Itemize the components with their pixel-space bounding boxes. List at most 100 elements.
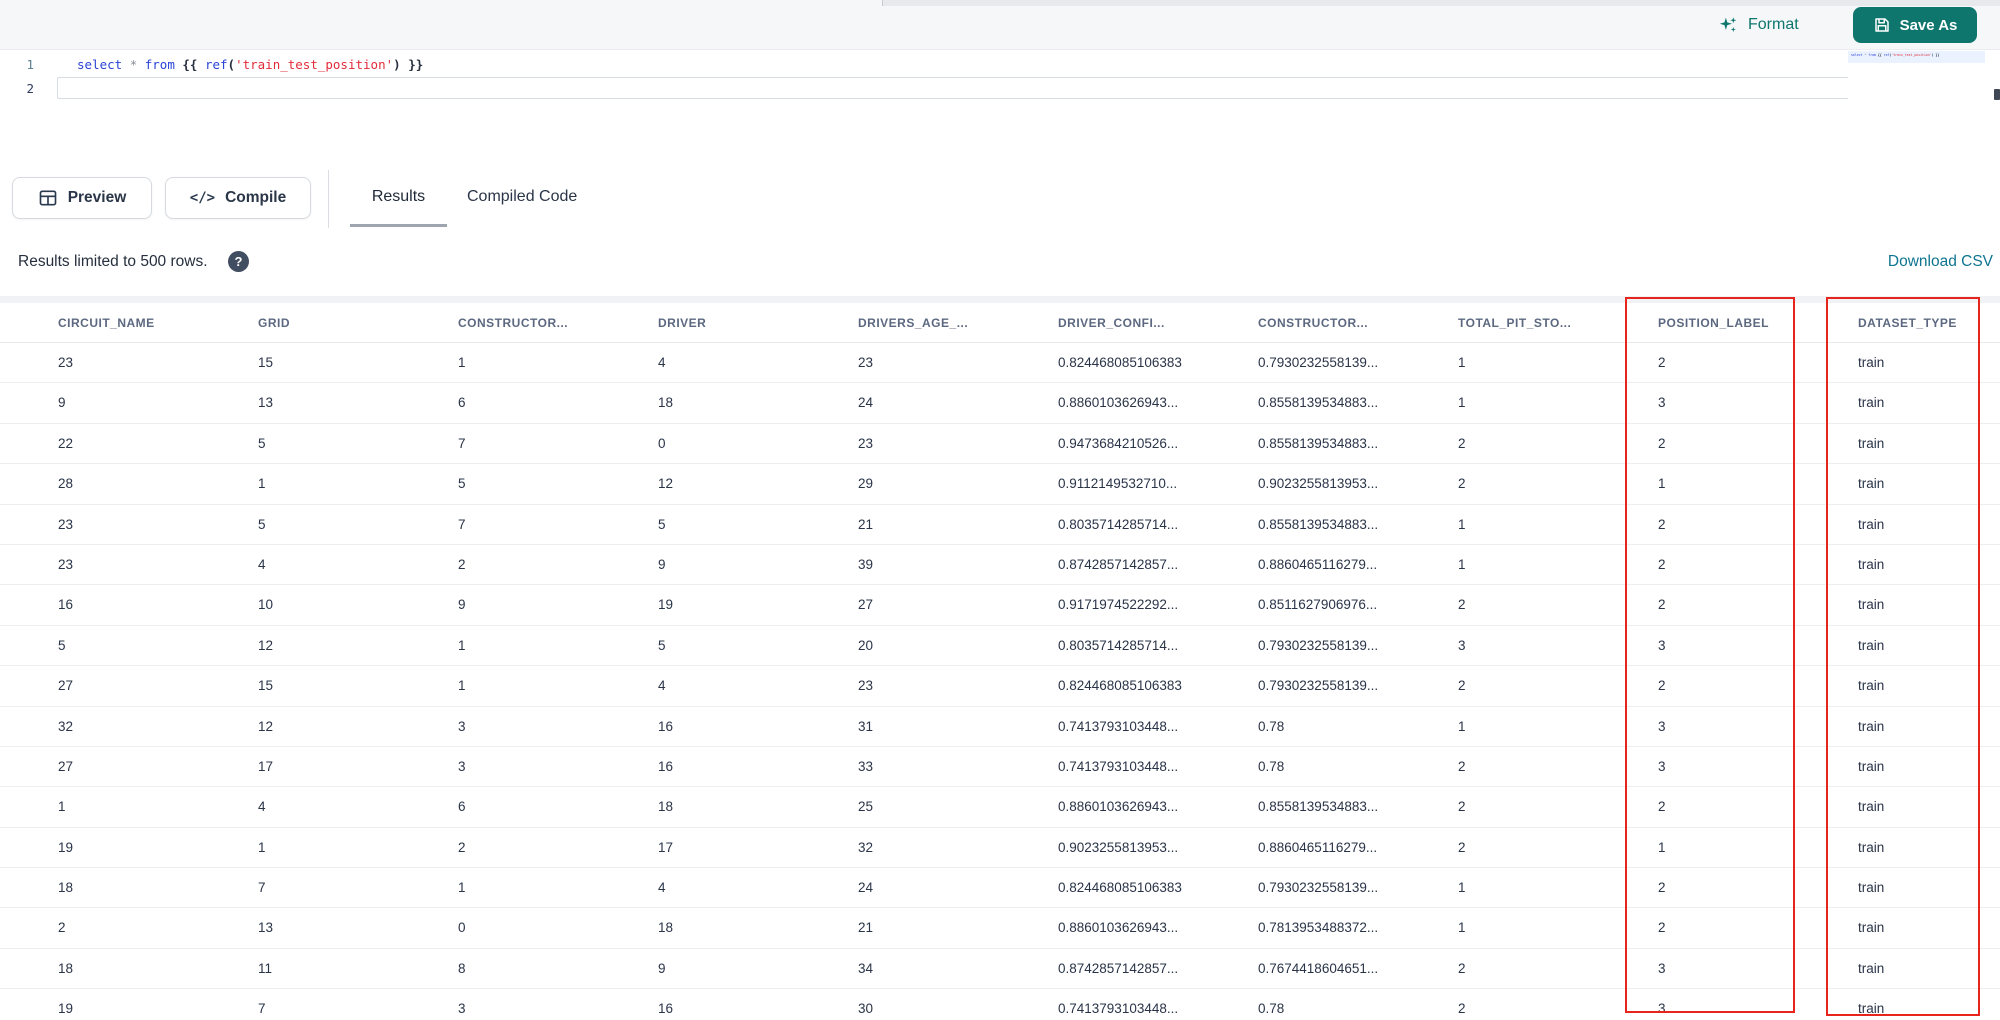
table-cell: 1 bbox=[1458, 556, 1466, 572]
column-header: CONSTRUCTOR... bbox=[458, 316, 569, 330]
table-cell: train bbox=[1858, 880, 1885, 896]
download-csv-link[interactable]: Download CSV bbox=[1888, 253, 1993, 271]
table-cell: 15 bbox=[258, 678, 274, 694]
table-cell: 0 bbox=[658, 435, 666, 451]
preview-button-label: Preview bbox=[67, 189, 127, 206]
table-cell: 17 bbox=[658, 839, 674, 855]
table-row: 19 1 2 17 32 0.9023255813953... 0.886046511627… bbox=[0, 827, 2000, 869]
table-cell: 21 bbox=[858, 516, 874, 532]
table-cell: 2 bbox=[1658, 799, 1666, 815]
table-cell: 1 bbox=[1458, 355, 1466, 370]
code-line-1[interactable]: select * from {{ ref('train_test_positio… bbox=[77, 56, 423, 73]
table-cell: 12 bbox=[658, 476, 674, 492]
table-cell: 12 bbox=[258, 718, 274, 734]
code-token: 'train_test_position' bbox=[235, 57, 394, 72]
top-toolbar: Format Save As bbox=[0, 0, 2000, 50]
table-cell: 1 bbox=[458, 678, 466, 694]
table-cell: 27 bbox=[58, 678, 74, 694]
table-cell: 10 bbox=[258, 597, 274, 613]
table-cell: 4 bbox=[658, 678, 666, 694]
table-cell: 19 bbox=[58, 839, 74, 855]
table-cell: 2 bbox=[458, 556, 466, 572]
table-cell: 3 bbox=[1658, 395, 1666, 411]
code-token: }} bbox=[1935, 53, 1940, 57]
format-button-label: Format bbox=[1748, 16, 1799, 33]
save-icon bbox=[1873, 16, 1891, 34]
table-cell: 2 bbox=[458, 839, 466, 855]
table-cell: 1 bbox=[258, 839, 266, 855]
table-cell: train bbox=[1858, 960, 1885, 976]
table-cell: 0.9171974522292... bbox=[1058, 597, 1179, 613]
code-editor[interactable]: 1 2 select * from {{ ref('train_test_pos… bbox=[0, 50, 2000, 176]
table-cell: 0.8860103626943... bbox=[1058, 920, 1179, 936]
results-limit-text: Results limited to 500 rows. bbox=[18, 253, 208, 270]
table-cell: 23 bbox=[858, 678, 874, 694]
table-cell: train bbox=[1858, 678, 1885, 694]
table-cell: 39 bbox=[858, 556, 874, 572]
table-cell: 16 bbox=[658, 718, 674, 734]
table-body: 23 15 1 4 23 0.824468085106383 0.7930232558139… bbox=[0, 343, 2000, 1020]
sql-editor-page: Format Save As 1 2 select * from {{ ref(… bbox=[0, 0, 2000, 1020]
table-cell: 2 bbox=[1458, 1001, 1466, 1017]
save-as-button[interactable]: Save As bbox=[1853, 7, 1977, 43]
table-row: 2 13 0 18 21 0.8860103626943... 0.781395348837… bbox=[0, 908, 2000, 949]
column-header: CONSTRUCTOR... bbox=[1258, 316, 1369, 330]
table-cell: 7 bbox=[458, 435, 466, 451]
table-cell: 3 bbox=[1658, 960, 1666, 976]
code-token: select bbox=[1851, 53, 1865, 57]
table-cell: 9 bbox=[58, 395, 66, 411]
code-brackets-icon: </> bbox=[189, 190, 216, 206]
table-cell: 0.8860103626943... bbox=[1058, 395, 1179, 411]
table-cell: 0.9473684210526... bbox=[1058, 435, 1179, 451]
table-cell: 30 bbox=[858, 1001, 874, 1017]
table-cell: 20 bbox=[858, 637, 874, 653]
table-cell: 1 bbox=[258, 476, 266, 492]
table-cell: 0.7930232558139... bbox=[1258, 637, 1379, 653]
table-cell: 32 bbox=[858, 839, 874, 855]
table-cell: 0.7930232558139... bbox=[1258, 355, 1379, 370]
table-cell: 7 bbox=[258, 1001, 266, 1017]
code-token: {{ bbox=[182, 57, 205, 72]
editor-minimap[interactable]: select * from {{ ref('train_test_positio… bbox=[1848, 51, 1988, 123]
table-cell: 2 bbox=[1658, 597, 1666, 613]
table-cell: 2 bbox=[1658, 880, 1666, 896]
table-cell: 1 bbox=[1658, 839, 1666, 855]
table-cell: 18 bbox=[658, 920, 674, 936]
table-cell: 23 bbox=[58, 355, 74, 370]
code-token: from bbox=[144, 57, 183, 72]
code-token: ( bbox=[227, 57, 236, 72]
table-cell: train bbox=[1858, 920, 1885, 936]
compile-button[interactable]: </> Compile bbox=[165, 177, 311, 219]
table-cell: 0.78 bbox=[1258, 718, 1285, 734]
line-number-2: 2 bbox=[26, 81, 34, 96]
table-cell: 19 bbox=[658, 597, 674, 613]
table-cell: 0.8860465116279... bbox=[1258, 839, 1378, 855]
active-tab-underline bbox=[350, 224, 447, 227]
table-cell: 0.8860103626943... bbox=[1058, 799, 1179, 815]
table-cell: 3 bbox=[458, 718, 466, 734]
table-cell: 0 bbox=[458, 920, 466, 936]
table-cell: train bbox=[1858, 556, 1885, 572]
table-cell: 5 bbox=[58, 637, 66, 653]
top-tab-strip bbox=[882, 0, 2000, 6]
table-cell: 34 bbox=[858, 960, 874, 976]
table-cell: train bbox=[1858, 355, 1885, 370]
table-cell: 1 bbox=[458, 880, 466, 896]
table-cell: 2 bbox=[58, 920, 66, 936]
code-token: }} bbox=[408, 57, 424, 72]
table-cell: 2 bbox=[1458, 839, 1466, 855]
tab-results[interactable]: Results bbox=[350, 188, 447, 206]
tab-compiled-code[interactable]: Compiled Code bbox=[467, 188, 577, 206]
table-cell: train bbox=[1858, 799, 1885, 815]
table-cell: 2 bbox=[1458, 960, 1466, 976]
help-icon[interactable]: ? bbox=[228, 251, 249, 272]
current-line-highlight bbox=[57, 77, 1957, 99]
format-button[interactable]: Format bbox=[1718, 10, 1799, 40]
code-token: * bbox=[129, 57, 145, 72]
table-cell: 0.824468085106383 bbox=[1058, 678, 1182, 694]
table-row: 27 15 1 4 23 0.824468085106383 0.7930232558139… bbox=[0, 666, 2000, 707]
table-cell: 7 bbox=[458, 516, 466, 532]
table-cell: 1 bbox=[458, 355, 466, 370]
preview-button[interactable]: Preview bbox=[12, 177, 152, 219]
table-cell: 0.9023255813953... bbox=[1258, 476, 1379, 492]
